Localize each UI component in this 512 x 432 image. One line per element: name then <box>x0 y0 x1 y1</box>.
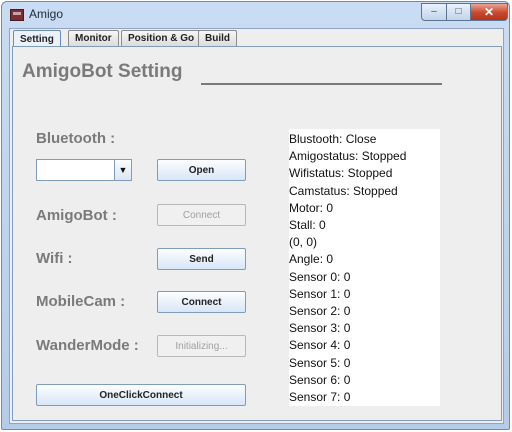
tab-setting[interactable]: Setting <box>13 30 61 47</box>
status-panel: Blustooth: Close Amigostatus: Stopped Wi… <box>289 129 440 406</box>
status-position: (0, 0) <box>289 235 318 250</box>
wifi-send-button[interactable]: Send <box>157 248 246 270</box>
wifi-label: Wifi : <box>36 250 73 267</box>
status-sensor-6: Sensor 6: 0 <box>289 372 351 387</box>
amigobot-label: AmigoBot : <box>36 207 117 224</box>
status-sensor-4: Sensor 4: 0 <box>289 338 351 353</box>
status-sensor-5: Sensor 5: 0 <box>289 355 351 370</box>
maximize-button[interactable]: □ <box>446 3 471 21</box>
tab-build[interactable]: Build <box>198 30 237 46</box>
minimize-button[interactable]: – <box>421 3 447 21</box>
title-underline <box>201 83 442 85</box>
client-area: Setting Monitor Position & Go Build Amig… <box>9 28 504 424</box>
status-amigo: Amigostatus: Stopped <box>289 149 407 164</box>
status-sensor-7: Sensor 7: 0 <box>289 390 351 405</box>
status-sensor-2: Sensor 2: 0 <box>289 304 351 319</box>
title-bar[interactable]: Amigo – □ ✕ <box>2 2 509 28</box>
status-sensor-0: Sensor 0: 0 <box>289 269 351 284</box>
status-stall: Stall: 0 <box>289 218 326 233</box>
status-angle: Angle: 0 <box>289 252 334 267</box>
bluetooth-open-button[interactable]: Open <box>157 159 246 181</box>
tab-position-and-go[interactable]: Position & Go <box>121 30 202 46</box>
status-bluetooth: Blustooth: Close <box>289 132 377 146</box>
amigobot-connect-button[interactable]: Connect <box>157 204 246 226</box>
bluetooth-label: Bluetooth : <box>36 130 116 147</box>
mobilecam-label: MobileCam : <box>36 293 126 310</box>
setting-panel: AmigoBot Setting Bluetooth : ▼ Open Amig… <box>12 46 502 421</box>
page-title: AmigoBot Setting <box>22 61 183 82</box>
chevron-down-icon[interactable]: ▼ <box>114 160 131 180</box>
wandermode-initializing-button[interactable]: Initializing... <box>157 335 246 357</box>
close-button[interactable]: ✕ <box>470 3 508 21</box>
tab-monitor[interactable]: Monitor <box>68 30 119 46</box>
window-title: Amigo <box>29 7 64 21</box>
bluetooth-port-select[interactable]: ▼ <box>36 159 132 181</box>
status-wifi: Wifistatus: Stopped <box>289 166 393 181</box>
app-icon <box>10 9 24 21</box>
status-cam: Camstatus: Stopped <box>289 183 398 198</box>
wandermode-label: WanderMode : <box>36 337 139 354</box>
mobilecam-connect-button[interactable]: Connect <box>157 291 246 313</box>
app-window: Amigo – □ ✕ Setting Monitor Position & G… <box>1 1 510 430</box>
status-motor: Motor: 0 <box>289 200 334 215</box>
status-sensor-1: Sensor 1: 0 <box>289 286 351 301</box>
one-click-connect-button[interactable]: OneClickConnect <box>36 384 246 406</box>
status-sensor-3: Sensor 3: 0 <box>289 321 351 336</box>
